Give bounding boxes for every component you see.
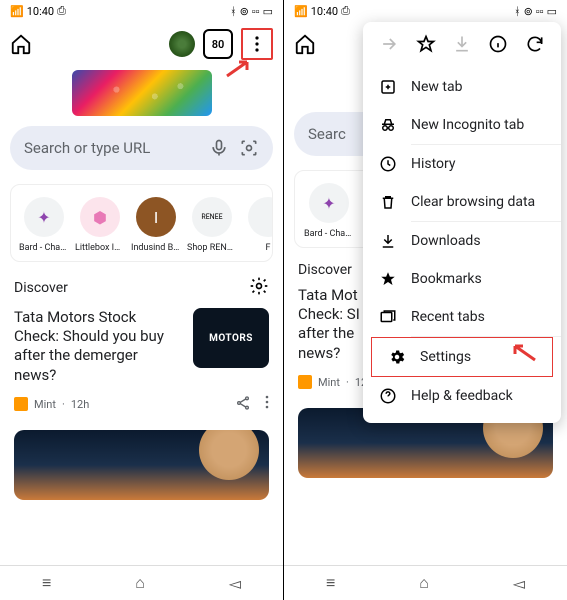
tab-switcher[interactable]: 80 [203,29,233,59]
clock: 10:40 [27,5,54,18]
overflow-menu: New tab New Incognito tab History Clear … [363,22,561,423]
overflow-menu-button[interactable] [241,28,273,60]
system-nav-bar: ≡ ⌂ ◅ [284,565,567,600]
shortcut-item[interactable]: F [243,197,273,253]
source-name: Mint [34,398,56,411]
home-button[interactable]: ⌂ [419,573,429,593]
menu-settings[interactable]: Settings [372,338,552,376]
cast-icon: ⎙ [57,4,66,18]
network-icon: ▫▫ [252,5,260,18]
download-icon [452,34,472,58]
share-icon[interactable] [235,395,251,414]
menu-recent-tabs[interactable]: Recent tabs [363,298,561,336]
profile-avatar[interactable] [169,31,195,57]
menu-bookmarks[interactable]: Bookmarks [363,260,561,298]
status-bar: 📶10:40⎙ ᚼ⊚▫▫▭ [0,0,283,22]
discover-label: Discover [14,280,68,296]
menu-incognito[interactable]: New Incognito tab [363,106,561,144]
shortcut-item[interactable]: RENEEShop RENE... [187,197,237,253]
shortcut-item[interactable]: IIndusind Ba... [131,197,181,253]
search-placeholder: Searc [308,125,360,143]
home-button[interactable]: ⌂ [135,573,145,593]
search-bar[interactable]: Search or type URL [10,126,273,170]
back-button[interactable]: ◅ [229,574,241,593]
news-card[interactable]: Tata Motors Stock Check: Should you buy … [0,308,283,395]
mic-icon[interactable] [209,138,229,158]
discover-settings-icon[interactable] [249,276,269,300]
home-icon[interactable] [10,33,32,55]
system-nav-bar: ≡ ⌂ ◅ [0,565,283,600]
search-bar[interactable]: Searc [294,112,374,156]
source-icon [298,375,312,389]
news-card-2[interactable] [14,430,269,500]
refresh-icon[interactable] [525,34,545,58]
card-overflow-icon[interactable] [265,395,269,414]
bluetooth-icon: ᚼ [230,5,237,18]
lens-icon[interactable] [239,138,259,158]
home-icon[interactable] [294,33,316,55]
shortcut-item[interactable]: ✦Bard - Chat ... [303,183,355,239]
dot-separator: · [62,398,65,411]
battery-icon: ▭ [263,5,273,18]
menu-history[interactable]: History [363,145,561,183]
menu-downloads[interactable]: Downloads [363,222,561,260]
forward-icon [379,34,399,58]
google-doodle[interactable] [72,70,212,116]
screenshot-right: 📶10:40⎙ ᚼ⊚▫▫▭ Searc ✦Bard - Chat ... Dis… [284,0,567,600]
news-title: Tata Motors Stock Check: Should you buy … [14,308,183,385]
recents-button[interactable]: ≡ [326,573,335,593]
shortcut-item[interactable]: ✦Bard - Chat ... [19,197,69,253]
news-thumbnail: MOTORS [193,308,269,368]
menu-help[interactable]: Help & feedback [363,377,561,415]
source-icon [14,397,28,411]
search-placeholder: Search or type URL [24,139,199,157]
signal-icon: 📶 [10,5,24,18]
shortcuts-row: ✦Bard - Chat ... ⬢Littlebox In... IIndus… [10,184,273,262]
back-button[interactable]: ◅ [513,574,525,593]
info-icon[interactable] [488,34,508,58]
status-bar: 📶10:40⎙ ᚼ⊚▫▫▭ [284,0,567,22]
menu-clear-data[interactable]: Clear browsing data [363,183,561,221]
menu-new-tab[interactable]: New tab [363,68,561,106]
recents-button[interactable]: ≡ [42,573,51,593]
bookmark-star-icon[interactable] [416,34,436,58]
screenshot-left: 📶10:40⎙ ᚼ⊚▫▫▭ 80 Search or type URL ✦Bar… [0,0,283,600]
post-time: 12h [71,398,89,411]
shortcut-item[interactable]: ⬢Littlebox In... [75,197,125,253]
wifi-icon: ⊚ [240,5,249,18]
